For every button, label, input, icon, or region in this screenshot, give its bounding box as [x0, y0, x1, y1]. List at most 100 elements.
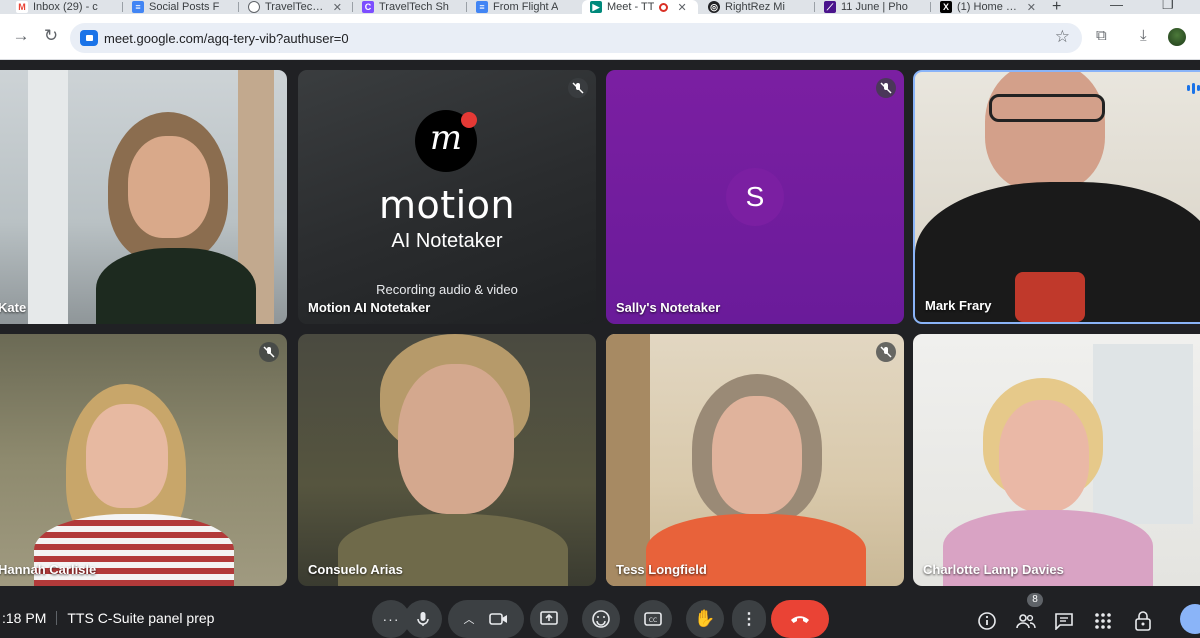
participant-name: Tess Longfield	[616, 562, 707, 577]
captions-button[interactable]: CC	[634, 600, 672, 638]
tab-social-posts[interactable]: ≡ Social Posts F	[124, 0, 236, 14]
mic-off-icon	[876, 342, 896, 362]
participant-avatar: S	[726, 168, 784, 226]
meet-stage: Kate m motion AI Notetaker Recording aud…	[0, 60, 1200, 592]
participant-name: Motion AI Notetaker	[308, 300, 431, 315]
reload-icon[interactable]: ↻	[40, 26, 62, 46]
rightrez-icon: ◎	[708, 1, 720, 13]
tab-rightrez[interactable]: ◎ RightRez Mi	[700, 0, 812, 14]
url-text: meet.google.com/agq-tery-vib?authuser=0	[104, 31, 349, 46]
x-icon: X	[940, 1, 952, 13]
docs-icon: ≡	[132, 1, 144, 13]
meet-control-bar: :18 PM TTS C-Suite panel prep ··· ︿ CC ✋ …	[0, 592, 1200, 638]
tab-x-home[interactable]: X (1) Home / X ✕	[932, 0, 1044, 14]
app-icon: C	[362, 1, 374, 13]
participant-tile-sally[interactable]: S Sally's Notetaker	[606, 70, 904, 324]
tab-photo[interactable]: ⟋ 11 June | Pho	[816, 0, 928, 14]
globe-icon	[248, 1, 260, 13]
hang-up-icon	[791, 616, 809, 623]
extensions-icon[interactable]: ⧉	[1096, 27, 1107, 44]
participant-tile-motion[interactable]: m motion AI Notetaker Recording audio & …	[298, 70, 596, 324]
close-icon[interactable]: ✕	[677, 1, 686, 14]
tab-label: From Flight A	[493, 1, 559, 13]
tab-traveltech-1[interactable]: TravelTech Sh ✕	[240, 0, 350, 14]
address-bar[interactable]: meet.google.com/agq-tery-vib?authuser=0 …	[70, 23, 1082, 53]
chat-icon	[1055, 613, 1073, 630]
companion-button[interactable]	[1180, 604, 1200, 634]
more-options-button[interactable]: ⋮	[732, 600, 766, 638]
participant-tile-tess-longfield[interactable]: Tess Longfield	[606, 334, 904, 586]
bookmark-star-icon[interactable]: ☆	[1055, 27, 1070, 47]
leave-call-button[interactable]	[771, 600, 829, 638]
participant-tile-hannah-carlisle[interactable]: Hannah Carlisle	[0, 334, 287, 586]
profile-avatar[interactable]	[1168, 28, 1186, 46]
tab-label: Inbox (29) - c	[33, 1, 98, 13]
present-screen-button[interactable]	[530, 600, 568, 638]
apps-grid-icon	[1095, 613, 1111, 629]
meet-icon: ▶	[590, 1, 602, 13]
notetaker-subtitle: AI Notetaker	[391, 230, 503, 252]
close-icon[interactable]: ✕	[1027, 1, 1036, 14]
camera-icon	[488, 613, 507, 625]
reactions-button[interactable]	[582, 600, 620, 638]
docs-icon: ≡	[476, 1, 488, 13]
raise-hand-button[interactable]: ✋	[686, 600, 724, 638]
new-tab-icon[interactable]: +	[1052, 0, 1061, 14]
forward-icon[interactable]: →	[10, 26, 32, 46]
close-icon[interactable]: ✕	[333, 1, 342, 14]
participant-name: Kate	[0, 300, 27, 315]
tab-label: Meet - TT	[607, 1, 655, 13]
host-controls-button[interactable]	[1131, 609, 1155, 633]
camera-button[interactable]: ︿	[448, 600, 524, 638]
participant-tile-kate[interactable]: Kate	[0, 70, 287, 324]
chevron-up-icon: ︿	[463, 614, 475, 626]
emoji-icon	[592, 610, 610, 628]
more-horizontal-icon: ···	[382, 611, 400, 627]
participant-tile-mark-frary[interactable]: Mark Frary	[913, 70, 1200, 324]
tab-label: TravelTech Sh	[379, 1, 449, 13]
minimize-icon[interactable]: —	[1110, 0, 1123, 12]
motion-wordmark: motion	[378, 183, 516, 227]
hand-icon: ✋	[694, 609, 716, 628]
meeting-details-button[interactable]	[975, 609, 999, 633]
tab-label: (1) Home / X	[957, 1, 1018, 13]
download-icon[interactable]: ⤓	[1140, 27, 1147, 44]
meeting-time: :18 PM	[2, 610, 47, 626]
mic-off-icon	[876, 78, 896, 98]
activities-button[interactable]	[1091, 609, 1115, 633]
browser-toolbar: → ↻ meet.google.com/agq-tery-vib?authuse…	[0, 14, 1200, 60]
participant-name: Charlotte Lamp Davies	[923, 562, 1064, 577]
motion-logo: m	[415, 110, 477, 172]
svg-text:CC: CC	[649, 617, 657, 624]
present-icon	[540, 611, 558, 625]
participant-name: Mark Frary	[925, 298, 992, 313]
participant-name: Sally's Notetaker	[616, 300, 721, 315]
participant-name: Consuelo Arias	[308, 562, 403, 577]
people-icon	[1016, 614, 1036, 629]
people-button[interactable]	[1014, 609, 1038, 633]
mic-off-icon	[568, 78, 588, 98]
tab-label: Social Posts F	[149, 1, 220, 13]
participant-tile-charlotte-lamp-davies[interactable]: Charlotte Lamp Davies	[913, 334, 1200, 586]
participant-tile-consuelo-arias[interactable]: Consuelo Arias	[298, 334, 596, 586]
tab-inbox[interactable]: M Inbox (29) - c	[8, 0, 120, 14]
tab-meet[interactable]: ▶ Meet - TT ✕	[582, 0, 698, 14]
photo-icon: ⟋	[824, 1, 836, 13]
speaking-indicator-icon	[1187, 80, 1200, 96]
gmail-icon: M	[16, 1, 28, 13]
tab-from-flight[interactable]: ≡ From Flight A	[468, 0, 580, 14]
meeting-info: :18 PM TTS C-Suite panel prep	[2, 610, 214, 626]
tab-traveltech-2[interactable]: C TravelTech Sh	[354, 0, 464, 14]
meeting-title: TTS C-Suite panel prep	[67, 610, 215, 626]
restore-icon[interactable]: ❐	[1162, 0, 1174, 13]
more-vertical-icon: ⋮	[741, 611, 757, 628]
lock-person-icon	[1135, 611, 1151, 631]
mic-off-icon	[259, 342, 279, 362]
recording-status: Recording audio & video	[376, 282, 518, 297]
participant-name: Hannah Carlisle	[0, 562, 97, 577]
tab-label: 11 June | Pho	[841, 1, 908, 13]
microphone-button[interactable]	[404, 600, 442, 638]
meet-site-icon[interactable]	[80, 30, 98, 46]
tab-label: RightRez Mi	[725, 1, 785, 13]
chat-button[interactable]	[1052, 609, 1076, 633]
